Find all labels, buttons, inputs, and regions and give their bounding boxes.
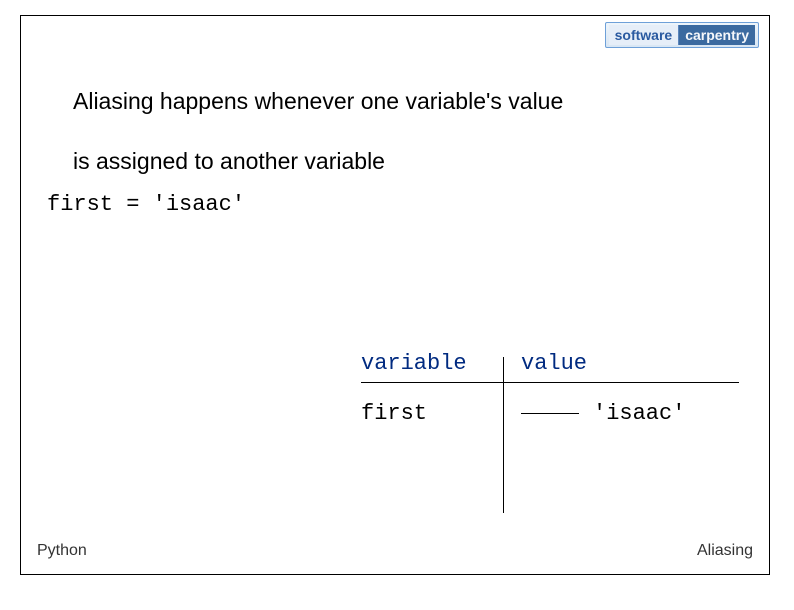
code-snippet: first = 'isaac' (47, 192, 245, 217)
table-header-rule (361, 382, 739, 383)
logo-left-text: software (609, 25, 680, 45)
body-line-2: is assigned to another variable (73, 146, 739, 178)
footer-right-label: Aliasing (697, 542, 753, 560)
table-header-variable: variable (361, 351, 521, 376)
table-row-name: first (361, 401, 521, 426)
slide-frame: software carpentry Aliasing happens when… (20, 15, 770, 575)
table-header-row: variable value (361, 351, 739, 376)
footer-left-label: Python (37, 542, 87, 560)
body-paragraph: Aliasing happens whenever one variable's… (73, 86, 739, 177)
table-vertical-rule (503, 357, 504, 513)
table-header-value: value (521, 351, 681, 376)
logo-right-text: carpentry (679, 25, 755, 45)
body-line-1: Aliasing happens whenever one variable's… (73, 86, 739, 118)
table-row: first 'isaac' (361, 401, 739, 426)
arrow-line-icon (521, 413, 579, 414)
variable-table: variable value first 'isaac' (361, 351, 739, 426)
logo-badge: software carpentry (605, 22, 759, 48)
table-row-arrow (521, 401, 591, 426)
table-row-value: 'isaac' (593, 401, 685, 426)
